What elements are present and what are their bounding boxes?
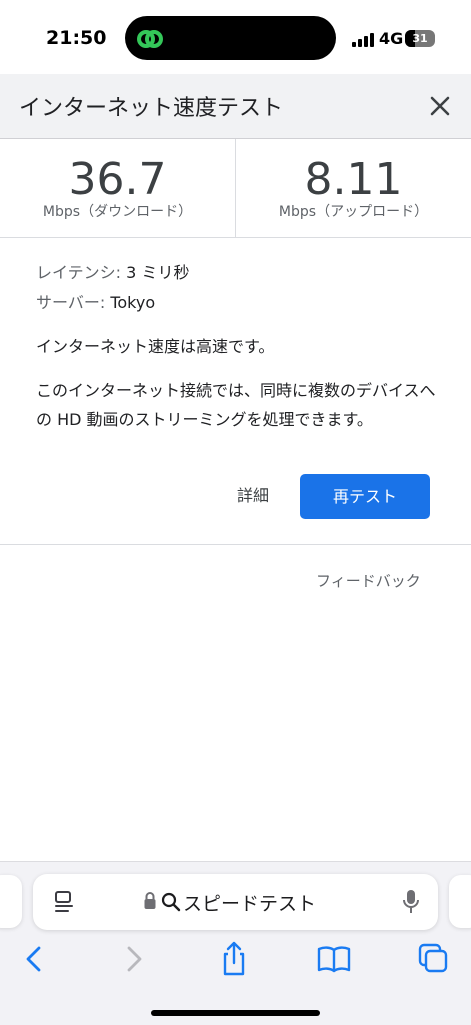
dialog-title: インターネット速度テスト — [19, 96, 284, 121]
connection-details: レイテンシ: 3 ミリ秒 サーバー: Tokyo — [36, 262, 446, 322]
battery-level: 31 — [412, 32, 428, 45]
upload-result: 8.11 Mbps（アップロード） — [236, 139, 471, 237]
lock-icon — [144, 892, 156, 909]
activity-icon — [137, 30, 163, 48]
battery-icon: 31 — [405, 30, 435, 47]
close-icon[interactable] — [424, 90, 456, 122]
share-icon[interactable] — [212, 939, 256, 979]
back-icon[interactable] — [12, 939, 56, 979]
address-bar[interactable]: スピードテスト — [33, 874, 438, 930]
latency-value: 3 ミリ秒 — [126, 263, 190, 282]
server-value: Tokyo — [110, 293, 156, 312]
speed-summary: インターネット速度は高速です。 — [36, 337, 275, 356]
download-value: 36.7 — [68, 154, 167, 205]
upload-value: 8.11 — [304, 154, 403, 205]
previous-tab-peek[interactable] — [0, 875, 22, 928]
latency-label: レイテンシ: — [36, 263, 127, 282]
details-button[interactable]: 詳細 — [226, 480, 280, 512]
dialog-header: インターネット速度テスト — [0, 74, 471, 139]
search-icon — [161, 892, 181, 912]
server-label: サーバー: — [36, 293, 111, 312]
status-bar: 21:50 4G 31 — [0, 0, 471, 74]
browser-bottom-bar: スピードテスト — [0, 861, 471, 1025]
network-type: 4G — [379, 29, 404, 48]
forward-icon[interactable] — [112, 939, 156, 979]
feedback-link[interactable]: フィードバック — [316, 570, 421, 591]
download-unit: Mbps（ダウンロード） — [42, 204, 193, 220]
status-time: 21:50 — [46, 27, 107, 49]
retest-button[interactable]: 再テスト — [300, 474, 430, 519]
tabs-icon[interactable] — [412, 939, 456, 979]
next-tab-peek[interactable] — [449, 875, 471, 928]
mic-icon[interactable] — [402, 889, 420, 915]
speed-results: 36.7 Mbps（ダウンロード） 8.11 Mbps（アップロード） — [0, 139, 471, 238]
server-row: サーバー: Tokyo — [36, 292, 446, 322]
latency-row: レイテンシ: 3 ミリ秒 — [36, 262, 446, 292]
bookmarks-icon[interactable] — [312, 939, 356, 979]
reader-icon[interactable] — [53, 890, 75, 914]
speed-description: このインターネット接続では、同時に複数のデバイスへの HD 動画のストリーミング… — [36, 381, 436, 429]
section-divider — [0, 544, 471, 545]
download-result: 36.7 Mbps（ダウンロード） — [0, 139, 235, 237]
home-indicator — [151, 1010, 320, 1016]
signal-icon — [352, 33, 376, 47]
upload-unit: Mbps（アップロード） — [278, 204, 429, 220]
address-text[interactable]: スピードテスト — [183, 889, 316, 916]
